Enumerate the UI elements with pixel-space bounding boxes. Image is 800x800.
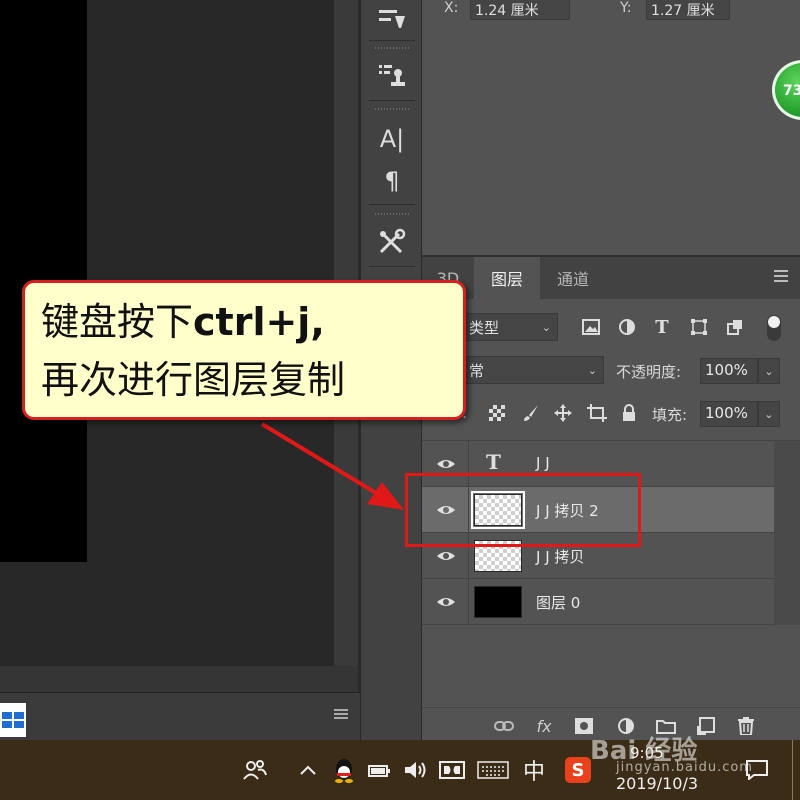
link-icon[interactable]: [492, 715, 516, 737]
divider: [468, 579, 469, 625]
new-layer-icon[interactable]: [694, 715, 718, 737]
adjustment-filter-icon[interactable]: [614, 314, 640, 340]
show-desktop-button[interactable]: [792, 740, 800, 800]
tab-layers[interactable]: 图层: [474, 257, 540, 299]
lock-pixels-brush-icon[interactable]: [518, 400, 544, 426]
panel-grip[interactable]: [375, 108, 409, 110]
clock-time[interactable]: 9:05: [630, 744, 664, 762]
opacity-label: 不透明度:: [616, 363, 682, 381]
visibility-eye-icon[interactable]: [436, 546, 456, 566]
trash-icon[interactable]: [734, 715, 758, 737]
layer-row-background[interactable]: 图层 0: [422, 579, 774, 625]
callout-shortcut: ctrl+j: [193, 300, 311, 344]
x-label: X:: [444, 0, 459, 16]
dock-panel-strip: [0, 692, 360, 740]
dolby-icon[interactable]: [438, 756, 466, 784]
chevron-down-icon: ⌄: [587, 364, 597, 377]
lock-transparency-icon[interactable]: [484, 400, 510, 426]
panel-grip[interactable]: [375, 47, 409, 49]
layer-name[interactable]: 图层 0: [536, 592, 580, 613]
battery-icon[interactable]: [366, 756, 394, 784]
text-layer-icon: T: [486, 450, 501, 474]
shape-filter-icon[interactable]: [686, 314, 712, 340]
paragraph-panel-icon[interactable]: ¶: [373, 162, 411, 200]
opacity-dropdown-icon[interactable]: ⌄: [758, 358, 780, 384]
fill-label: 填充:: [652, 406, 688, 424]
divider: [369, 40, 415, 41]
lock-artboard-icon[interactable]: [584, 400, 610, 426]
smart-object-filter-icon[interactable]: [722, 314, 748, 340]
opacity-field[interactable]: 100%: [700, 358, 758, 384]
panel-menu-icon[interactable]: [772, 269, 790, 283]
panel-tab-bar: 3D 图层 通道: [422, 257, 800, 299]
callout-line-2: 再次进行图层复制: [41, 358, 346, 402]
layer-name[interactable]: J J: [536, 454, 550, 472]
windows-start-button[interactable]: [0, 703, 26, 737]
visibility-eye-icon[interactable]: [436, 592, 456, 612]
horizontal-scrollbar[interactable]: [0, 666, 358, 692]
visibility-eye-icon[interactable]: [436, 454, 456, 474]
blend-mode-select[interactable]: 常 ⌄: [462, 356, 604, 384]
pixel-filter-icon[interactable]: [578, 314, 604, 340]
keyboard-icon[interactable]: [476, 756, 510, 784]
speaker-icon[interactable]: [402, 756, 430, 784]
fill-dropdown-icon[interactable]: ⌄: [758, 401, 780, 427]
x-position-field[interactable]: 1.24 厘米: [470, 0, 570, 20]
lock-all-icon[interactable]: [616, 400, 642, 426]
callout-line-1: 键盘按下ctrl+j,: [41, 293, 447, 351]
notification-icon[interactable]: [744, 756, 770, 784]
divider: [369, 100, 415, 101]
sogou-label: S: [565, 757, 591, 783]
qq-icon[interactable]: [330, 756, 358, 784]
chevron-up-icon[interactable]: [296, 756, 320, 784]
callout-punctuation: ,: [310, 300, 325, 344]
layers-scrollbar[interactable]: [774, 441, 800, 625]
tab-channels[interactable]: 通道: [540, 257, 606, 299]
baidu-watermark-url: jingyan.baidu.com: [616, 760, 753, 775]
filter-kind-value: 类型: [469, 318, 500, 337]
filter-kind-select[interactable]: 类型 ⌄: [462, 313, 558, 341]
fx-icon[interactable]: fx: [532, 715, 556, 737]
chevron-down-icon: ⌄: [541, 321, 551, 334]
fill-field[interactable]: 100%: [700, 401, 758, 427]
filter-toggle[interactable]: [767, 315, 781, 341]
panel-grip[interactable]: [375, 213, 409, 215]
layer-name[interactable]: J J 拷贝: [536, 546, 584, 567]
input-method-indicator[interactable]: 中: [520, 756, 548, 785]
callout-text: 键盘按下: [41, 300, 194, 344]
blend-mode-value: 常: [469, 361, 485, 380]
y-label: Y:: [620, 0, 632, 16]
divider: [369, 204, 415, 205]
highlight-rectangle: [405, 473, 641, 547]
layer-thumbnail: [474, 586, 522, 618]
stamp-icon[interactable]: [373, 57, 411, 95]
properties-panel: X: 1.24 厘米 Y: 1.27 厘米: [422, 0, 800, 255]
sogou-icon[interactable]: S: [564, 756, 592, 784]
y-position-field[interactable]: 1.27 厘米: [646, 0, 730, 20]
tool-presets-icon[interactable]: [373, 224, 411, 262]
divider: [369, 266, 415, 267]
clock-date[interactable]: 2019/10/3: [616, 774, 698, 793]
instruction-callout: 键盘按下ctrl+j, 再次进行图层复制: [22, 280, 466, 420]
type-filter-icon[interactable]: T: [649, 314, 675, 340]
adjustments-icon[interactable]: [373, 0, 411, 38]
lock-position-move-icon[interactable]: [550, 400, 576, 426]
character-panel-icon[interactable]: A|: [373, 120, 411, 158]
people-icon[interactable]: [240, 756, 270, 784]
panel-menu-icon[interactable]: [334, 709, 348, 719]
